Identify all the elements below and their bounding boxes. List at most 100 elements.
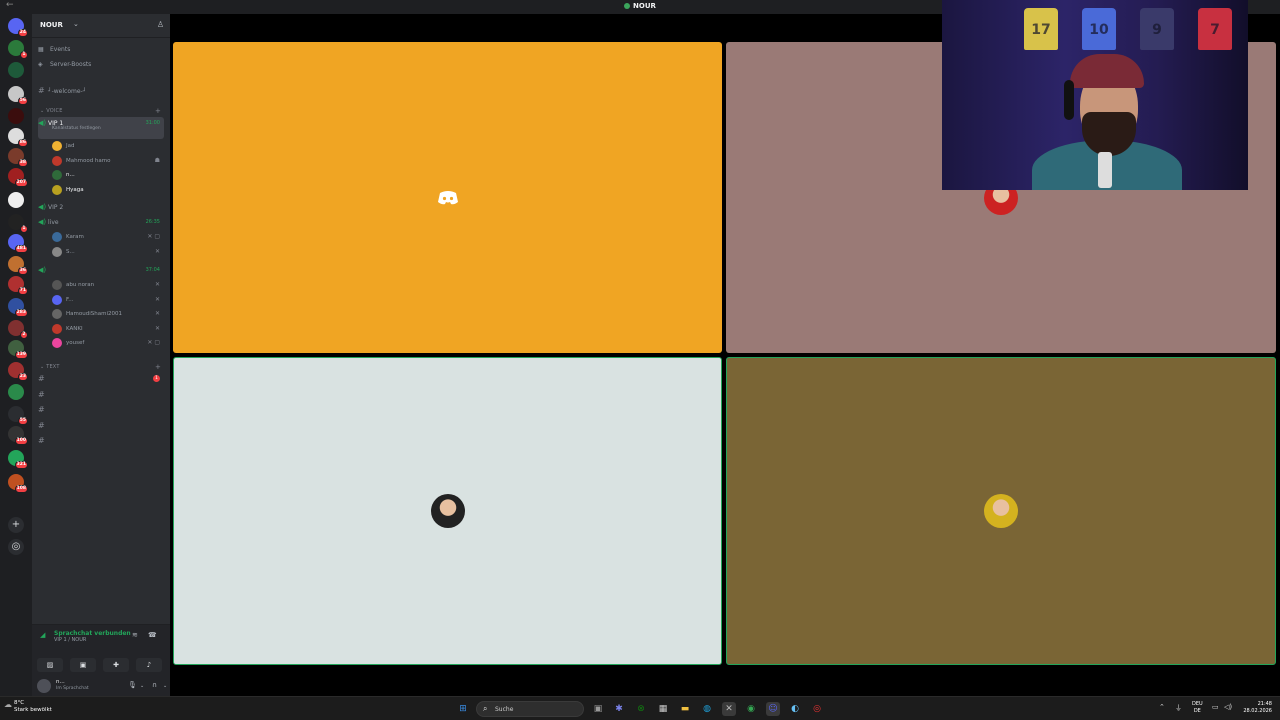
voice-channel-third[interactable]: ◀) 37:04 <box>38 264 164 277</box>
voice-connected-label[interactable]: Sprachchat verbunden <box>54 630 131 637</box>
weather-widget[interactable]: ☁ 8°C Stark bewölkt <box>4 700 52 714</box>
chevron-up-icon[interactable]: ⌃ <box>1159 703 1165 711</box>
server-icon-13[interactable]: 71 <box>8 276 28 295</box>
discord-taskbar-icon[interactable]: ☺ <box>766 702 780 716</box>
server-icon-8[interactable]: 207 <box>8 168 28 187</box>
taskbar-clock[interactable]: 21:48 28.02.2026 <box>1240 701 1272 715</box>
network-icon[interactable]: ▭ <box>1212 703 1219 711</box>
text-channel[interactable]: # <box>38 388 164 401</box>
voice-member[interactable]: Karam ✕ ▢ <box>52 231 164 243</box>
server-icon-10[interactable]: 1 <box>8 214 28 233</box>
voice-channel-live[interactable]: ◀) live 26:35 <box>38 216 164 229</box>
chevron-down-icon[interactable]: ⌄ <box>140 683 144 689</box>
taskview-icon[interactable]: ▣ <box>591 702 605 716</box>
taskbar-search[interactable]: ⌕ Suche <box>476 701 584 717</box>
server-icon-21[interactable]: 321 <box>8 450 28 469</box>
microphone-icon[interactable]: 🎙︎ <box>128 681 137 689</box>
text-channel[interactable]: # <box>38 419 164 432</box>
explore-icon[interactable]: ◎ <box>8 539 24 555</box>
xbox-icon[interactable]: ⊗ <box>634 702 648 716</box>
steam-icon[interactable]: ◐ <box>788 702 802 716</box>
start-icon[interactable]: ⊞ <box>456 702 470 716</box>
category-voice[interactable]: ⌄ VOICE + <box>40 107 161 115</box>
add-channel-icon[interactable]: + <box>155 107 161 115</box>
camera-off-button[interactable]: ▨ <box>37 658 63 672</box>
server-icon-4[interactable]: 56 <box>8 86 28 105</box>
add-server-icon[interactable]: + <box>8 517 24 533</box>
channel-welcome[interactable]: # ┘-welcome-┘ <box>38 84 164 97</box>
channel-status[interactable]: Kanalstatus festlegen <box>52 126 101 132</box>
server-icon-11[interactable]: 481 <box>8 234 28 253</box>
server-icon-14[interactable]: 283 <box>8 298 28 317</box>
voice-member[interactable]: Jad <box>52 140 164 152</box>
weather-desc: Stark bewölkt <box>14 707 52 713</box>
activities-button[interactable]: ✚ <box>103 658 129 672</box>
signal-icon[interactable]: ◢ <box>40 631 45 639</box>
server-icon-19[interactable]: 55 <box>8 406 28 425</box>
soundboard-button[interactable]: ♪ <box>136 658 162 672</box>
server-icon-22[interactable]: 108 <box>8 474 28 493</box>
server-icon-9[interactable] <box>8 192 24 208</box>
disconnect-icon[interactable]: ☎ <box>148 631 157 639</box>
volume-icon[interactable]: ◁) <box>1224 703 1232 711</box>
server-icon-17[interactable]: 23 <box>8 362 28 381</box>
record-icon[interactable]: ◎ <box>810 702 824 716</box>
voice-channel-vip2[interactable]: ◀) VIP 2 <box>38 201 164 214</box>
voice-member[interactable]: Mahmood hamo ☗ <box>52 155 164 167</box>
server-icon-12[interactable]: 36 <box>8 256 28 275</box>
server-icon-20[interactable]: 100 <box>8 426 28 445</box>
chevron-down-icon[interactable]: ⌄ <box>163 683 167 689</box>
language-indicator[interactable]: DEU DE <box>1192 701 1203 715</box>
noise-suppression-icon[interactable]: ≋ <box>132 631 138 639</box>
server-icon-7[interactable]: 38 <box>8 148 28 167</box>
voice-member[interactable]: n... <box>52 169 164 181</box>
screen-share-button[interactable]: ▣ <box>70 658 96 672</box>
voice-member[interactable]: KANKI ✕ <box>52 323 164 335</box>
calendar-app-icon[interactable]: ▦ <box>656 702 670 716</box>
camera-off-icon: ▨ <box>46 661 54 669</box>
chrome-icon[interactable]: ◉ <box>744 702 758 716</box>
headphones-icon[interactable]: ∩ <box>152 681 157 689</box>
edge-icon[interactable]: ◍ <box>700 702 714 716</box>
participant-tile-4[interactable] <box>726 357 1276 665</box>
avatar <box>52 155 62 166</box>
events-link[interactable]: ▦ Events <box>38 44 70 56</box>
voice-location[interactable]: VIP 1 / NOUR <box>54 637 86 643</box>
server-icon-1[interactable]: 24 <box>8 18 28 37</box>
participant-tile-3[interactable] <box>173 357 722 665</box>
explorer-icon[interactable]: ▬ <box>678 702 692 716</box>
avatar <box>52 141 62 151</box>
member-name: Hyaga <box>66 186 84 193</box>
category-text[interactable]: ⌄ TEXT + <box>40 363 161 371</box>
server-icon-6[interactable]: 86 <box>8 128 28 147</box>
cloud-icon: ☁ <box>4 700 12 709</box>
server-icon-16[interactable]: 139 <box>8 340 28 359</box>
server-icon-18[interactable] <box>8 384 24 400</box>
text-channel[interactable]: # <box>38 403 164 416</box>
unread-badge: 71 <box>17 287 28 295</box>
server-boosts-link[interactable]: ◈ Server-Boosts <box>38 59 91 71</box>
username[interactable]: n... <box>56 679 65 685</box>
text-channel[interactable]: # <box>38 434 164 447</box>
speaker-icon: ◀) <box>38 218 47 226</box>
server-header[interactable]: NOUR ⌄ ♙ <box>32 14 170 38</box>
server-icon-3[interactable] <box>8 62 24 78</box>
usb-icon[interactable]: ⏚ <box>1175 703 1182 713</box>
voice-member[interactable]: S... ✕ <box>52 246 164 258</box>
avatar[interactable] <box>37 679 51 693</box>
server-icon-15[interactable]: 2 <box>8 320 28 339</box>
app-x-icon[interactable]: ✕ <box>722 702 736 716</box>
voice-member[interactable]: yousef ✕ ▢ <box>52 337 164 349</box>
voice-member[interactable]: Hyaga <box>52 184 164 196</box>
text-channel[interactable]: #1 <box>38 372 164 385</box>
invite-icon[interactable]: ♙ <box>157 20 164 29</box>
participant-tile-1[interactable] <box>173 42 722 353</box>
voice-member[interactable]: HamoudiShami2001 ✕ <box>52 308 164 320</box>
voice-member[interactable]: F... ✕ <box>52 294 164 306</box>
server-icon-5[interactable] <box>8 108 24 124</box>
add-channel-icon[interactable]: + <box>155 363 161 371</box>
teams-icon[interactable]: ✱ <box>612 702 626 716</box>
server-icon-2[interactable]: 1 <box>8 40 28 59</box>
voice-member[interactable]: abu noran ✕ <box>52 279 164 291</box>
voice-channel-vip1[interactable]: ◀) VIP 1 31:00 Kanalstatus festlegen <box>38 117 164 139</box>
